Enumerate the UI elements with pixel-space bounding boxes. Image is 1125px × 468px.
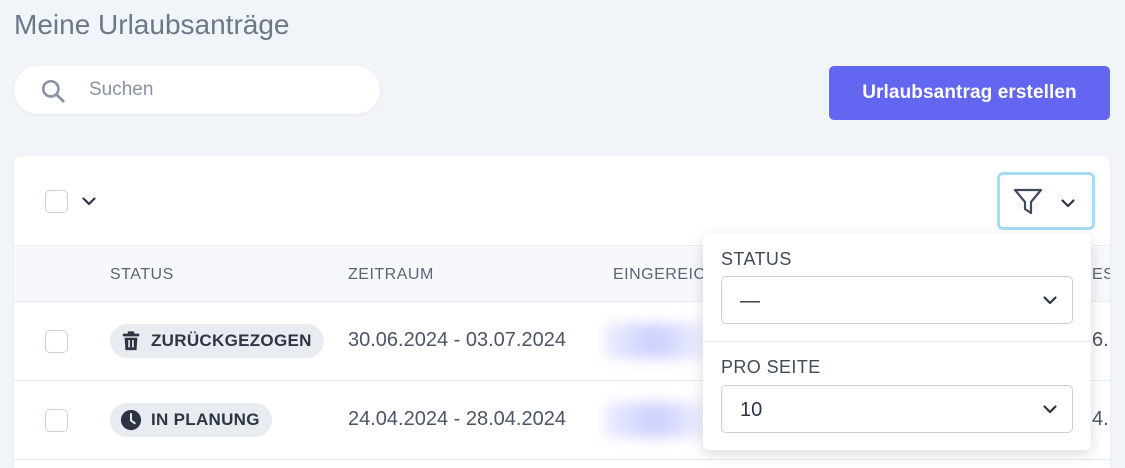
chevron-down-icon [1061, 199, 1075, 208]
column-header-truncated[interactable]: ES [1092, 266, 1110, 284]
status-filter-value: — [740, 290, 760, 312]
table-toolbar [14, 156, 1110, 246]
per-page-value: 10 [740, 399, 763, 421]
filter-icon [1013, 188, 1043, 215]
truncated-cell: 6. [1092, 329, 1109, 351]
period-cell: 30.06.2024 - 03.07.2024 [348, 329, 566, 351]
search-input[interactable] [74, 66, 364, 114]
status-filter-label: STATUS [721, 249, 792, 269]
clock-icon [120, 409, 142, 431]
status-label: IN PLANUNG [151, 410, 260, 429]
filter-button[interactable] [997, 172, 1095, 230]
divider [703, 341, 1091, 342]
redacted-cell [604, 402, 704, 438]
column-header-submitted[interactable]: EINGEREIC [613, 266, 706, 284]
row-checkbox[interactable] [45, 409, 68, 432]
chevron-down-icon [1043, 296, 1057, 305]
select-all-checkbox[interactable] [45, 190, 68, 213]
search-bar[interactable] [14, 66, 380, 114]
status-label: ZURÜCKGEZOGEN [151, 331, 312, 350]
column-header-status[interactable]: STATUS [110, 266, 174, 284]
redacted-cell [604, 323, 704, 359]
period-cell: 24.04.2024 - 28.04.2024 [348, 408, 566, 430]
page-title: Meine Urlaubsanträge [14, 9, 290, 40]
chevron-down-icon [1043, 405, 1057, 414]
trash-icon [122, 331, 140, 351]
status-filter-select[interactable]: — [721, 276, 1073, 324]
status-badge: ZURÜCKGEZOGEN [110, 324, 324, 358]
per-page-select[interactable]: 10 [721, 385, 1073, 433]
create-vacation-request-button[interactable]: Urlaubsantrag erstellen [829, 66, 1110, 120]
column-header-period[interactable]: ZEITRAUM [348, 266, 434, 284]
row-checkbox[interactable] [45, 330, 68, 353]
chevron-down-icon[interactable] [81, 193, 97, 209]
truncated-cell: 4. [1092, 408, 1109, 430]
per-page-label: PRO SEITE [721, 357, 821, 377]
status-badge: IN PLANUNG [110, 403, 272, 437]
filter-dropdown: STATUS — PRO SEITE 10 [703, 234, 1091, 450]
search-icon [41, 79, 65, 103]
